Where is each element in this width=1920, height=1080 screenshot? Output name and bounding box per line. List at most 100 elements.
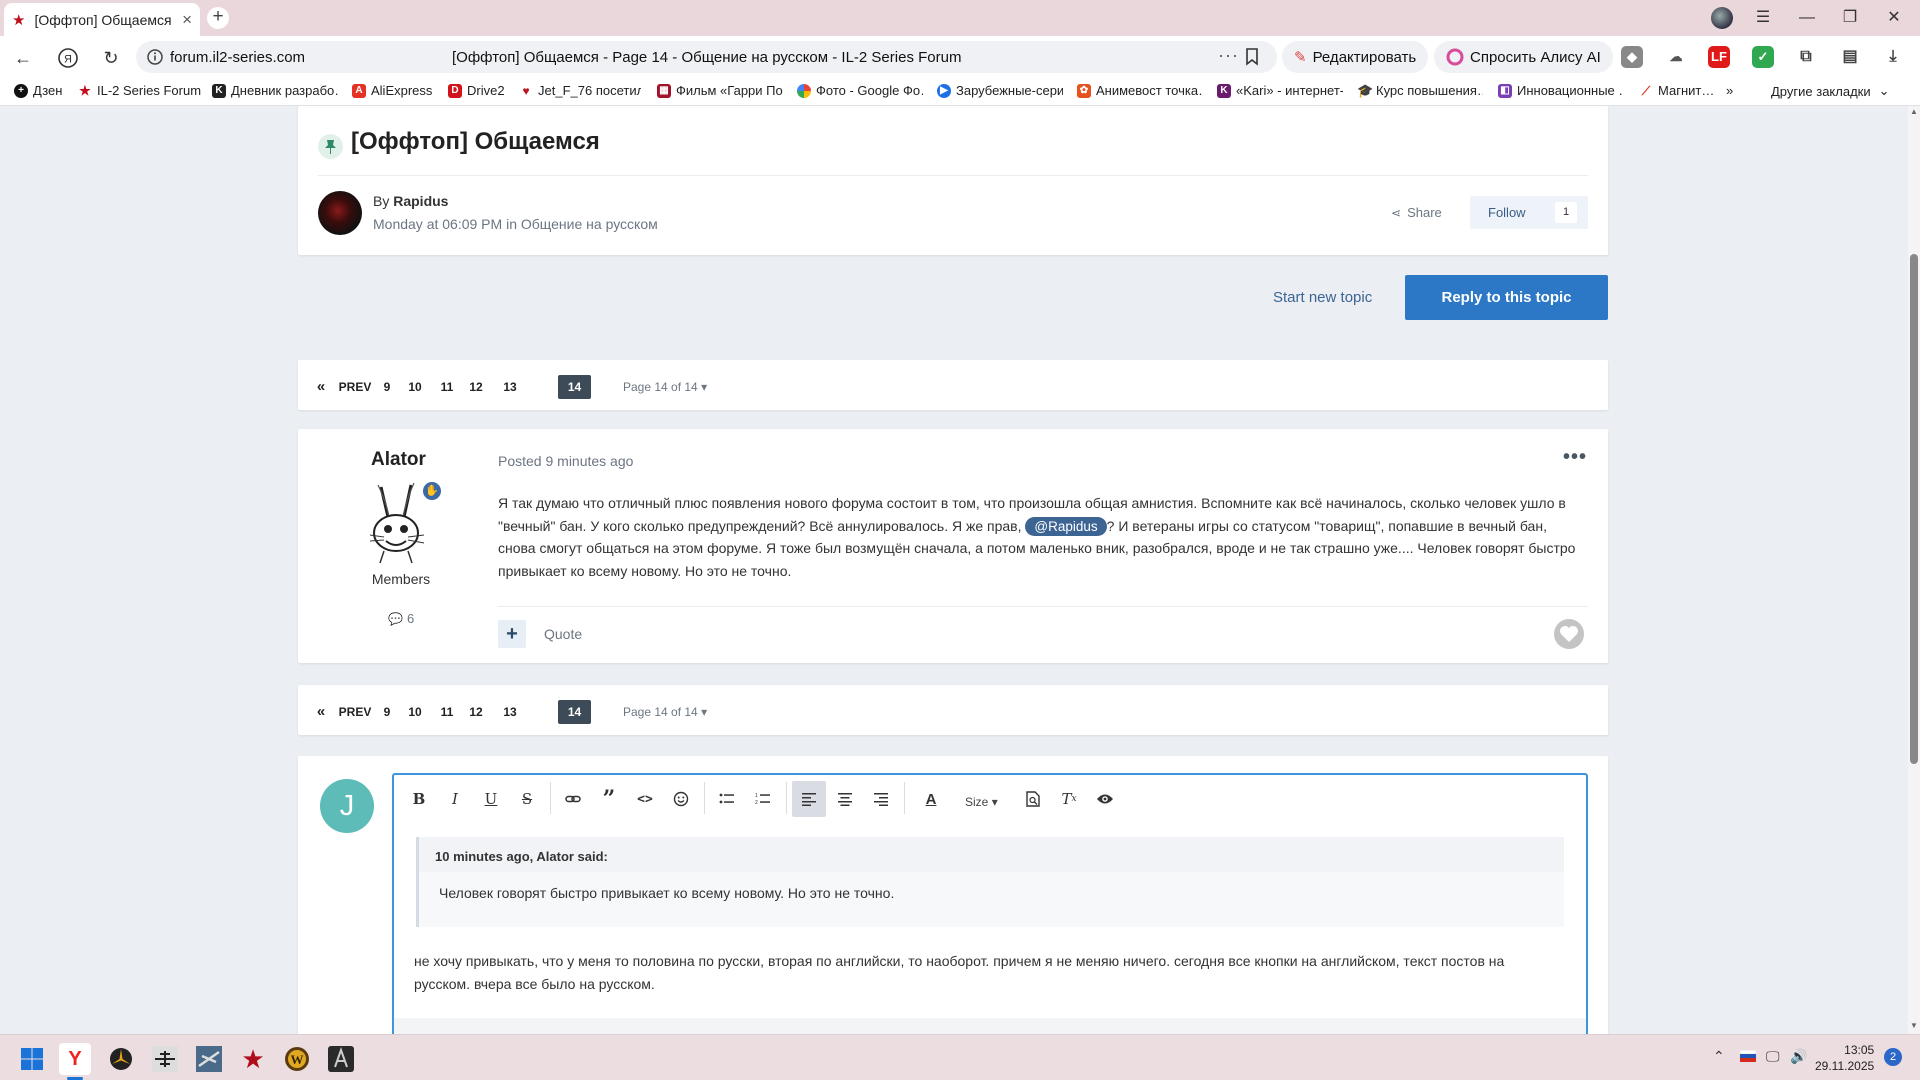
post-options-menu[interactable]: •••	[1563, 446, 1587, 469]
edit-button[interactable]: ✎ Редактировать	[1282, 41, 1429, 73]
scroll-up-arrow[interactable]: ▲	[1910, 108, 1918, 116]
page-link[interactable]: 11	[440, 700, 454, 724]
underline-icon[interactable]: U	[474, 781, 508, 817]
bookmark-item[interactable]: K «Kari» - интернет-…	[1217, 83, 1343, 98]
collections-icon[interactable]: ▤	[1839, 46, 1861, 68]
yandex-browser-taskbar-icon[interactable]: Y	[59, 1043, 91, 1075]
new-tab-button[interactable]: +	[207, 7, 229, 29]
remove-format-icon[interactable]: Tx	[1052, 781, 1086, 817]
extensions-puzzle-icon[interactable]: ⧉	[1795, 46, 1817, 68]
back-arrow-icon[interactable]: ←	[10, 45, 36, 71]
poster-name[interactable]: Alator	[371, 449, 426, 471]
bookmark-item[interactable]: ▶ Зарубежные-сери…	[937, 83, 1063, 98]
bookmark-item[interactable]: ♥ Jet_F_76 посетил…	[519, 83, 641, 98]
bookmark-item[interactable]: ✿ Анимевост точка…	[1077, 83, 1203, 98]
restore-button[interactable]: ❐	[1838, 6, 1862, 30]
bookmark-item[interactable]: ▦ Фильм «Гарри По…	[657, 83, 783, 98]
first-page-button[interactable]: «	[314, 700, 328, 724]
system-clock[interactable]: 13:05 29.11.2025	[1815, 1042, 1874, 1074]
bookmark-item[interactable]: A AliExpress	[352, 83, 436, 98]
page-link[interactable]: 13	[501, 700, 519, 724]
bookmark-item[interactable]: 🎓 Курс повышения…	[1357, 83, 1483, 98]
page-link[interactable]: 9	[380, 375, 394, 399]
bookmarks-overflow-button[interactable]: »	[1726, 83, 1740, 98]
heart-reaction-icon[interactable]	[1554, 619, 1584, 649]
bookmark-item[interactable]: K Дневник разрабо…	[212, 83, 340, 98]
align-right-icon[interactable]	[864, 781, 898, 817]
game-app-icon[interactable]	[325, 1043, 357, 1075]
other-bookmarks-button[interactable]: Другие закладки ⌄	[1771, 83, 1891, 99]
reload-icon[interactable]: ↻	[98, 45, 124, 71]
follow-button[interactable]: Follow 1	[1470, 196, 1588, 229]
current-page[interactable]: 14	[558, 700, 591, 724]
downloads-icon[interactable]: ⤓	[1882, 46, 1904, 68]
page-link[interactable]: 12	[467, 375, 485, 399]
bold-icon[interactable]: B	[402, 781, 436, 817]
page-link[interactable]: 13	[501, 375, 519, 399]
windows-start-icon[interactable]	[16, 1043, 48, 1075]
emoji-icon[interactable]	[664, 781, 698, 817]
code-icon[interactable]: <>	[628, 781, 662, 817]
link-icon[interactable]	[556, 781, 590, 817]
align-center-icon[interactable]	[828, 781, 862, 817]
notification-badge[interactable]: 2	[1884, 1048, 1902, 1066]
volume-icon[interactable]: 🔊	[1790, 1048, 1807, 1065]
adblock-extension-icon[interactable]: ✓	[1752, 46, 1774, 68]
page-jump-dropdown[interactable]: Page 14 of 14 ▾	[623, 375, 707, 399]
plane-app-icon[interactable]	[149, 1043, 181, 1075]
first-page-button[interactable]: «	[314, 375, 328, 399]
bookmark-item[interactable]: Фото - Google Фо…	[797, 83, 923, 98]
author-avatar[interactable]	[318, 191, 362, 235]
bulleted-list-icon[interactable]	[710, 781, 744, 817]
bookmark-item[interactable]: D Drive2	[448, 83, 508, 98]
page-jump-dropdown[interactable]: Page 14 of 14 ▾	[623, 700, 707, 724]
page-link[interactable]: 12	[467, 700, 485, 724]
page-link[interactable]: 11	[440, 375, 454, 399]
reply-editor[interactable]: B I U S ” <> 12 A Size ▾ T x 10 minutes …	[392, 773, 1588, 1034]
quote-link[interactable]: Quote	[544, 626, 582, 642]
minimize-button[interactable]: —	[1795, 6, 1819, 30]
prev-page-button[interactable]: PREV	[338, 375, 372, 399]
yandex-icon[interactable]: Я	[55, 45, 81, 71]
current-user-avatar[interactable]: J	[320, 779, 374, 833]
post-timestamp[interactable]: Posted 9 minutes ago	[498, 453, 633, 469]
share-button[interactable]: ⋖ Share	[1391, 205, 1442, 220]
site-info-icon[interactable]	[146, 48, 164, 66]
text-color-icon[interactable]: A	[914, 781, 948, 817]
italic-icon[interactable]: I	[438, 781, 472, 817]
preview-document-icon[interactable]	[1016, 781, 1050, 817]
mercedes-app-icon[interactable]	[105, 1043, 137, 1075]
align-left-icon[interactable]	[792, 781, 826, 817]
topic-author-link[interactable]: Rapidus	[393, 193, 448, 209]
reply-to-topic-button[interactable]: Reply to this topic	[1405, 275, 1608, 320]
page-link[interactable]: 10	[406, 375, 424, 399]
more-dots-icon[interactable]: ···	[1218, 45, 1239, 66]
shield-extension-icon[interactable]: ◆	[1621, 46, 1643, 68]
start-new-topic-link[interactable]: Start new topic	[1273, 289, 1372, 306]
numbered-list-icon[interactable]: 12	[746, 781, 780, 817]
current-page[interactable]: 14	[558, 375, 591, 399]
ask-alice-button[interactable]: Спросить Алису AI	[1434, 41, 1613, 73]
strikethrough-icon[interactable]: S	[510, 781, 544, 817]
blockquote-icon[interactable]: ”	[592, 781, 626, 817]
language-flag-icon[interactable]	[1740, 1050, 1756, 1062]
scroll-down-arrow[interactable]: ▼	[1910, 1022, 1918, 1030]
prev-page-button[interactable]: PREV	[338, 700, 372, 724]
omnibox[interactable]: forum.il2-series.com [Оффтоп] Общаемся -…	[136, 41, 1277, 73]
bookmark-item[interactable]: + Дзен	[14, 83, 70, 98]
mention-link[interactable]: @Rapidus	[1025, 516, 1107, 536]
tray-overflow-chevron-icon[interactable]: ⌃	[1713, 1048, 1725, 1065]
close-window-button[interactable]: ✕	[1882, 6, 1906, 30]
lf-extension-icon[interactable]: LF	[1708, 46, 1730, 68]
page-link[interactable]: 10	[406, 700, 424, 724]
page-link[interactable]: 9	[380, 700, 394, 724]
close-tab-icon[interactable]: ×	[182, 10, 192, 30]
menu-icon[interactable]: ☰	[1751, 6, 1775, 30]
bookmark-icon[interactable]	[1245, 48, 1259, 66]
network-icon[interactable]: 🖵	[1766, 1048, 1780, 1065]
scrollbar-thumb[interactable]	[1910, 254, 1918, 764]
preview-eye-icon[interactable]	[1088, 781, 1122, 817]
wow-app-icon[interactable]: W	[281, 1043, 313, 1075]
forum-link[interactable]: Общение на русском	[521, 216, 658, 232]
brain-extension-icon[interactable]: ☁	[1665, 46, 1687, 68]
